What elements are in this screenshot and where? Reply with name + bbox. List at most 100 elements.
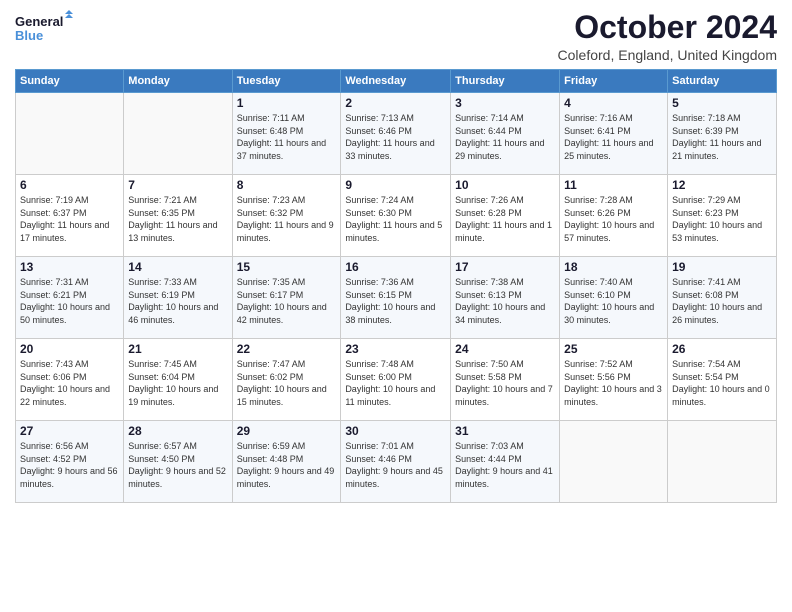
col-sunday: Sunday (16, 70, 124, 93)
day-cell: 18 Sunrise: 7:40 AM Sunset: 6:10 PM Dayli… (560, 257, 668, 339)
day-cell (16, 93, 124, 175)
day-cell: 4 Sunrise: 7:16 AM Sunset: 6:41 PM Daylig… (560, 93, 668, 175)
day-cell: 25 Sunrise: 7:52 AM Sunset: 5:56 PM Dayli… (560, 339, 668, 421)
day-cell: 26 Sunrise: 7:54 AM Sunset: 5:54 PM Dayli… (668, 339, 777, 421)
day-cell: 5 Sunrise: 7:18 AM Sunset: 6:39 PM Daylig… (668, 93, 777, 175)
day-number: 5 (672, 96, 772, 110)
day-cell: 20Sunrise: 7:43 AM Sunset: 6:06 PM Dayli… (16, 339, 124, 421)
day-cell: 29 Sunrise: 6:59 AM Sunset: 4:48 PM Dayli… (232, 421, 341, 503)
day-cell: 27 Sunrise: 6:56 AM Sunset: 4:52 PM Dayli… (16, 421, 124, 503)
day-cell: 11Sunrise: 7:28 AM Sunset: 6:26 PM Dayli… (560, 175, 668, 257)
day-cell: 1 Sunrise: 7:11 AM Sunset: 6:48 PM Daylig… (232, 93, 341, 175)
day-info: Sunrise: 7:54 AM Sunset: 5:54 PM Dayligh… (672, 358, 772, 408)
day-cell (560, 421, 668, 503)
day-number: 30 (345, 424, 446, 438)
day-number: 26 (672, 342, 772, 356)
week-row-1: 1 Sunrise: 7:11 AM Sunset: 6:48 PM Daylig… (16, 93, 777, 175)
day-info: Sunrise: 7:35 AM Sunset: 6:17 PM Dayligh… (237, 276, 337, 326)
logo: General Blue (15, 10, 75, 50)
day-cell: 30Sunrise: 7:01 AM Sunset: 4:46 PM Dayli… (341, 421, 451, 503)
day-cell: 13Sunrise: 7:31 AM Sunset: 6:21 PM Dayli… (16, 257, 124, 339)
day-info: Sunrise: 7:03 AM Sunset: 4:44 PM Dayligh… (455, 440, 555, 490)
calendar-table: Sunday Monday Tuesday Wednesday Thursday… (15, 69, 777, 503)
day-info: Sunrise: 7:33 AM Sunset: 6:19 PM Dayligh… (128, 276, 227, 326)
day-cell: 2Sunrise: 7:13 AM Sunset: 6:46 PM Daylig… (341, 93, 451, 175)
day-cell (124, 93, 232, 175)
day-cell: 19 Sunrise: 7:41 AM Sunset: 6:08 PM Dayli… (668, 257, 777, 339)
day-number: 22 (237, 342, 337, 356)
day-number: 24 (455, 342, 555, 356)
day-cell: 21Sunrise: 7:45 AM Sunset: 6:04 PM Dayli… (124, 339, 232, 421)
day-cell (668, 421, 777, 503)
day-number: 1 (237, 96, 337, 110)
day-number: 15 (237, 260, 337, 274)
day-cell: 7 Sunrise: 7:21 AM Sunset: 6:35 PM Daylig… (124, 175, 232, 257)
day-info: Sunrise: 6:59 AM Sunset: 4:48 PM Dayligh… (237, 440, 337, 490)
day-number: 31 (455, 424, 555, 438)
logo-svg: General Blue (15, 10, 75, 50)
day-cell: 17Sunrise: 7:38 AM Sunset: 6:13 PM Dayli… (451, 257, 560, 339)
day-info: Sunrise: 6:57 AM Sunset: 4:50 PM Dayligh… (128, 440, 227, 490)
day-number: 19 (672, 260, 772, 274)
day-info: Sunrise: 7:29 AM Sunset: 6:23 PM Dayligh… (672, 194, 772, 244)
calendar-body: 1 Sunrise: 7:11 AM Sunset: 6:48 PM Daylig… (16, 93, 777, 503)
col-tuesday: Tuesday (232, 70, 341, 93)
day-number: 29 (237, 424, 337, 438)
location: Coleford, England, United Kingdom (558, 47, 777, 63)
day-info: Sunrise: 7:50 AM Sunset: 5:58 PM Dayligh… (455, 358, 555, 408)
day-cell: 24 Sunrise: 7:50 AM Sunset: 5:58 PM Dayli… (451, 339, 560, 421)
day-info: Sunrise: 7:23 AM Sunset: 6:32 PM Dayligh… (237, 194, 337, 244)
day-number: 28 (128, 424, 227, 438)
day-info: Sunrise: 7:47 AM Sunset: 6:02 PM Dayligh… (237, 358, 337, 408)
day-number: 2 (345, 96, 446, 110)
day-cell: 28 Sunrise: 6:57 AM Sunset: 4:50 PM Dayli… (124, 421, 232, 503)
day-cell: 3Sunrise: 7:14 AM Sunset: 6:44 PM Daylig… (451, 93, 560, 175)
header-row: Sunday Monday Tuesday Wednesday Thursday… (16, 70, 777, 93)
day-number: 4 (564, 96, 663, 110)
col-saturday: Saturday (668, 70, 777, 93)
day-number: 27 (20, 424, 119, 438)
day-info: Sunrise: 6:56 AM Sunset: 4:52 PM Dayligh… (20, 440, 119, 490)
day-info: Sunrise: 7:19 AM Sunset: 6:37 PM Dayligh… (20, 194, 119, 244)
day-number: 25 (564, 342, 663, 356)
day-cell: 12 Sunrise: 7:29 AM Sunset: 6:23 PM Dayli… (668, 175, 777, 257)
calendar-header: Sunday Monday Tuesday Wednesday Thursday… (16, 70, 777, 93)
day-number: 8 (237, 178, 337, 192)
day-info: Sunrise: 7:40 AM Sunset: 6:10 PM Dayligh… (564, 276, 663, 326)
day-info: Sunrise: 7:11 AM Sunset: 6:48 PM Dayligh… (237, 112, 337, 162)
week-row-2: 6 Sunrise: 7:19 AM Sunset: 6:37 PM Daylig… (16, 175, 777, 257)
day-info: Sunrise: 7:52 AM Sunset: 5:56 PM Dayligh… (564, 358, 663, 408)
week-row-3: 13Sunrise: 7:31 AM Sunset: 6:21 PM Dayli… (16, 257, 777, 339)
day-info: Sunrise: 7:21 AM Sunset: 6:35 PM Dayligh… (128, 194, 227, 244)
day-info: Sunrise: 7:24 AM Sunset: 6:30 PM Dayligh… (345, 194, 446, 244)
day-cell: 16Sunrise: 7:36 AM Sunset: 6:15 PM Dayli… (341, 257, 451, 339)
day-info: Sunrise: 7:18 AM Sunset: 6:39 PM Dayligh… (672, 112, 772, 162)
day-number: 7 (128, 178, 227, 192)
day-info: Sunrise: 7:31 AM Sunset: 6:21 PM Dayligh… (20, 276, 119, 326)
day-info: Sunrise: 7:26 AM Sunset: 6:28 PM Dayligh… (455, 194, 555, 244)
day-cell: 15 Sunrise: 7:35 AM Sunset: 6:17 PM Dayli… (232, 257, 341, 339)
day-info: Sunrise: 7:36 AM Sunset: 6:15 PM Dayligh… (345, 276, 446, 326)
col-wednesday: Wednesday (341, 70, 451, 93)
page-header: General Blue October 2024 Coleford, Engl… (15, 10, 777, 63)
day-info: Sunrise: 7:48 AM Sunset: 6:00 PM Dayligh… (345, 358, 446, 408)
title-block: October 2024 Coleford, England, United K… (558, 10, 777, 63)
day-number: 9 (345, 178, 446, 192)
day-cell: 8 Sunrise: 7:23 AM Sunset: 6:32 PM Daylig… (232, 175, 341, 257)
col-friday: Friday (560, 70, 668, 93)
day-cell: 31 Sunrise: 7:03 AM Sunset: 4:44 PM Dayli… (451, 421, 560, 503)
day-info: Sunrise: 7:16 AM Sunset: 6:41 PM Dayligh… (564, 112, 663, 162)
day-cell: 6 Sunrise: 7:19 AM Sunset: 6:37 PM Daylig… (16, 175, 124, 257)
day-info: Sunrise: 7:14 AM Sunset: 6:44 PM Dayligh… (455, 112, 555, 162)
day-number: 11 (564, 178, 663, 192)
day-info: Sunrise: 7:43 AM Sunset: 6:06 PM Dayligh… (20, 358, 119, 408)
day-number: 12 (672, 178, 772, 192)
day-number: 6 (20, 178, 119, 192)
day-number: 18 (564, 260, 663, 274)
day-number: 17 (455, 260, 555, 274)
day-info: Sunrise: 7:41 AM Sunset: 6:08 PM Dayligh… (672, 276, 772, 326)
day-cell: 23Sunrise: 7:48 AM Sunset: 6:00 PM Dayli… (341, 339, 451, 421)
col-monday: Monday (124, 70, 232, 93)
svg-text:General: General (15, 14, 63, 29)
day-number: 21 (128, 342, 227, 356)
